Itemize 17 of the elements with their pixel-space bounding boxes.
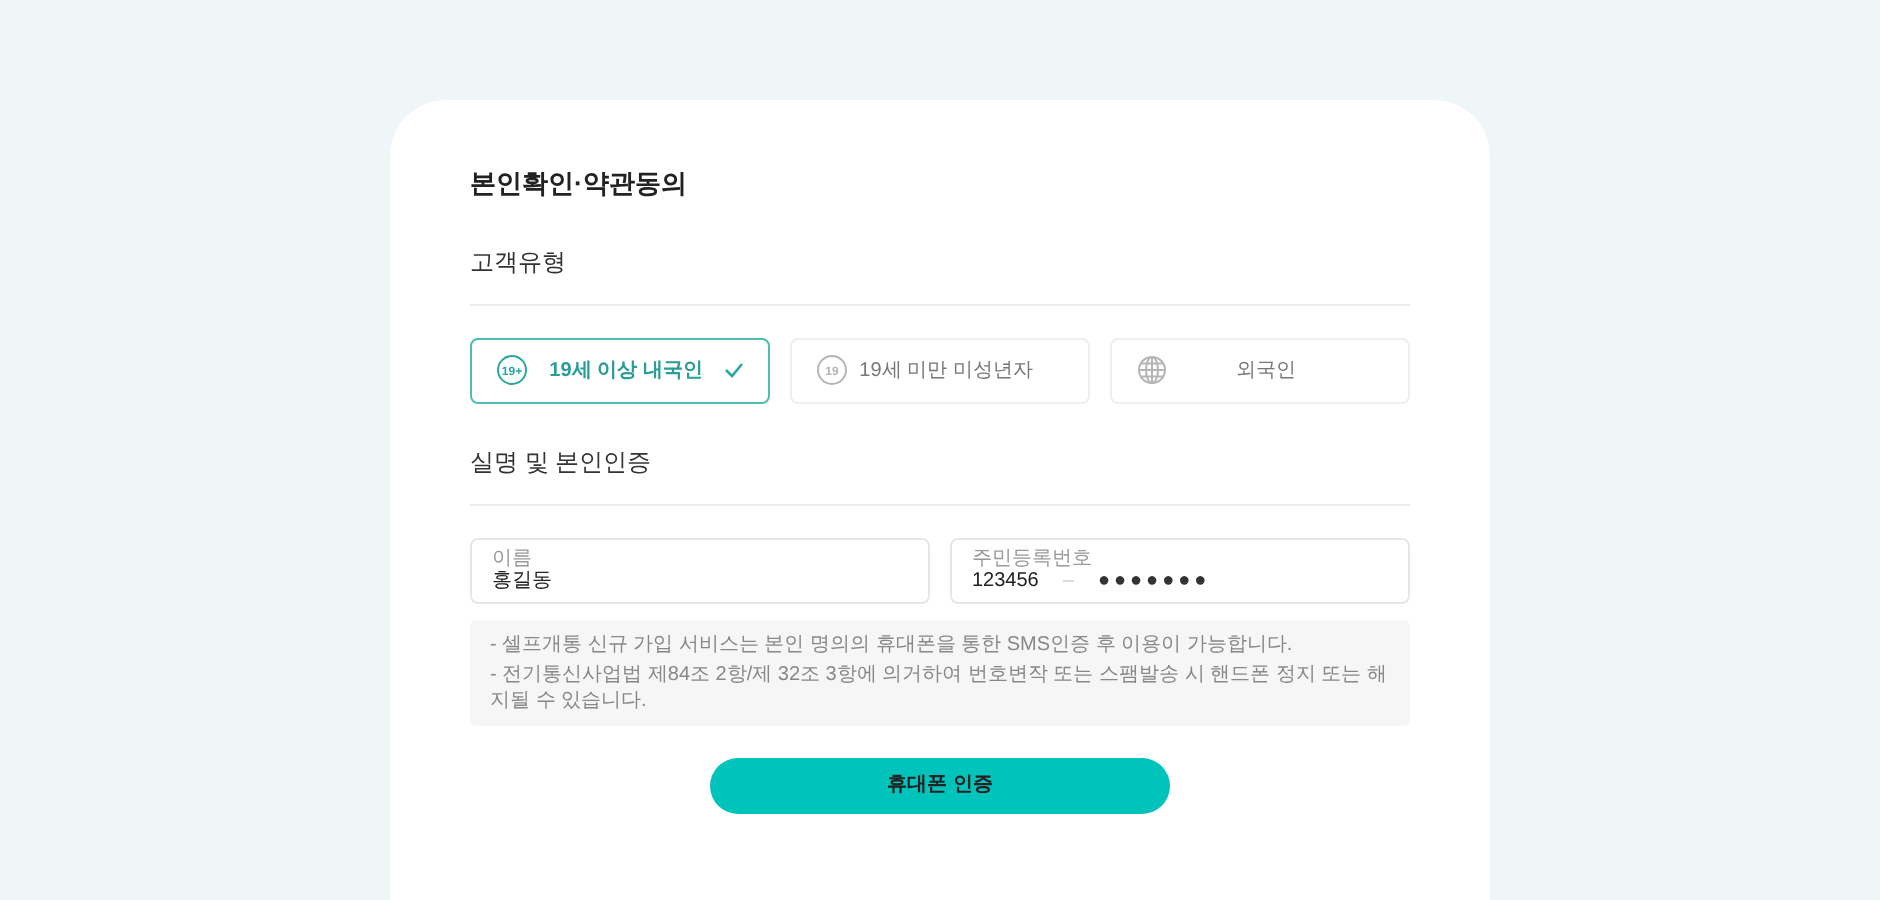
globe-icon <box>1136 354 1168 386</box>
customer-type-option[interactable]: 외국인 <box>1110 337 1410 403</box>
section-heading: 고객유형 <box>470 243 1410 305</box>
page-title: 본인확인·약관동의 <box>470 166 689 202</box>
name-field[interactable]: 이름 홍길동 <box>470 537 930 603</box>
notice-text: - 전기통신사업법 제84조 2항/제 32조 3항에 의거하여 번호변작 또는 스팸발송 시 핸드폰 정지 또는 해지될 수 있습니다. <box>490 661 1389 713</box>
field-value: 홍길동 <box>492 569 554 593</box>
separator-dash: – <box>1062 569 1074 593</box>
phone-verify-button[interactable]: 휴대폰 인증 <box>710 757 1170 813</box>
field-label: 이름 <box>492 547 534 569</box>
resident-number-field[interactable]: 주민등록번호 123456 – ●●●●●●● <box>950 537 1410 603</box>
masked-value: ●●●●●●● <box>1097 569 1211 593</box>
section-heading: 실명 및 본인인증 <box>470 443 1410 505</box>
field-label: 주민등록번호 <box>972 547 1094 569</box>
field-value: 123456 <box>972 569 1039 593</box>
checkmark-icon <box>724 362 744 378</box>
notice-text: - 셀프개통 신규 가입 서비스는 본인 명의의 휴대폰을 통한 SMS인증 후 이용이 가능합니다. <box>490 631 1295 657</box>
